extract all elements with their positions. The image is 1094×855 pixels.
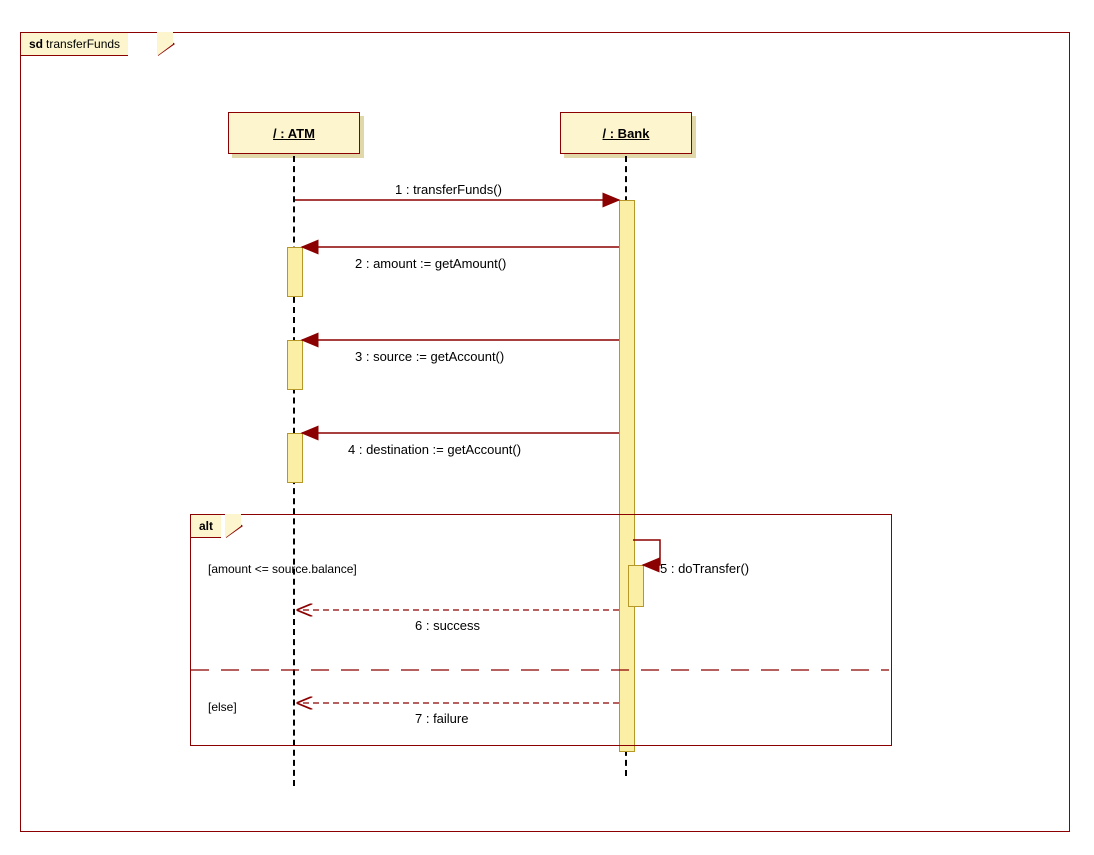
alt-frame <box>190 514 892 746</box>
sd-prefix: sd <box>29 37 43 51</box>
activation-atm-m3 <box>287 340 303 390</box>
msg-1-label: 1 : transferFunds() <box>395 182 502 197</box>
participant-bank-label: / : Bank <box>603 126 650 141</box>
alt-frame-label-corner <box>225 514 241 538</box>
guard-if: [amount <= source.balance] <box>208 562 357 576</box>
participant-bank: / : Bank <box>560 112 692 154</box>
activation-atm-m4 <box>287 433 303 483</box>
sd-name: transferFunds <box>46 37 120 51</box>
participant-atm-label: / : ATM <box>273 126 315 141</box>
diagram-canvas: sd transferFunds / : ATM / : Bank alt [a… <box>0 0 1094 855</box>
msg-7-label: 7 : failure <box>415 711 468 726</box>
activation-atm-m2 <box>287 247 303 297</box>
sd-frame-label-corner <box>157 32 173 56</box>
guard-else: [else] <box>208 700 237 714</box>
msg-5-label: 5 : doTransfer() <box>660 561 749 576</box>
msg-2-label: 2 : amount := getAmount() <box>355 256 506 271</box>
alt-label-text: alt <box>199 519 213 533</box>
participant-atm: / : ATM <box>228 112 360 154</box>
sd-frame-label: sd transferFunds <box>20 32 128 56</box>
msg-3-label: 3 : source := getAccount() <box>355 349 504 364</box>
msg-4-label: 4 : destination := getAccount() <box>348 442 521 457</box>
msg-6-label: 6 : success <box>415 618 480 633</box>
alt-frame-label: alt <box>190 514 221 538</box>
